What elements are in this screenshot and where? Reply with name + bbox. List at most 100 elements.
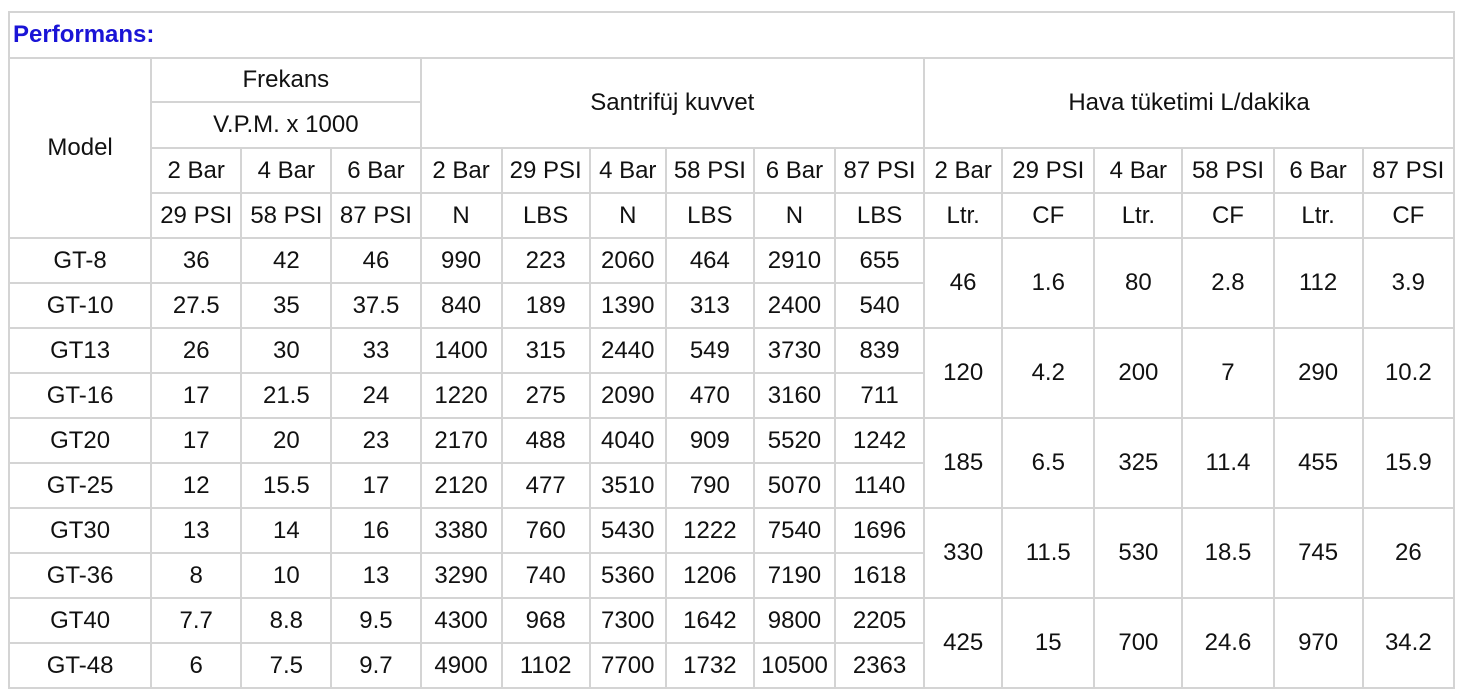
santrifuj-cell: 655: [833, 237, 926, 284]
hava-cell: 6.5: [1001, 417, 1096, 509]
header-hava-pressure: 29 PSI: [1001, 147, 1096, 194]
hava-cell: 10.2: [1361, 327, 1456, 419]
frekans-cell: 13: [150, 507, 243, 554]
santrifuj-cell: 10500: [752, 642, 837, 689]
santrifuj-cell: 1732: [664, 642, 755, 689]
santrifuj-cell: 540: [833, 282, 926, 329]
header-santrifuj-pressure: 2 Bar: [419, 147, 503, 194]
hava-cell: 970: [1272, 597, 1364, 689]
santrifuj-cell: 4900: [419, 642, 503, 689]
section-title: Performans:: [8, 11, 1455, 59]
santrifuj-cell: 3380: [419, 507, 503, 554]
santrifuj-cell: 909: [664, 417, 755, 464]
frekans-cell: 21.5: [240, 372, 333, 419]
model-cell: GT-16: [7, 372, 153, 419]
santrifuj-cell: 1696: [833, 507, 926, 554]
frekans-cell: 33: [330, 327, 422, 374]
hava-cell: 15: [1001, 597, 1096, 689]
hava-cell: 200: [1093, 327, 1184, 419]
header-santrifuj-pressure: 29 PSI: [500, 147, 591, 194]
header-hava-unit: Ltr.: [923, 192, 1004, 239]
frekans-cell: 13: [330, 552, 422, 599]
hava-cell: 120: [923, 327, 1004, 419]
santrifuj-cell: 315: [500, 327, 591, 374]
santrifuj-cell: 3730: [752, 327, 837, 374]
hava-cell: 290: [1272, 327, 1364, 419]
santrifuj-cell: 2910: [752, 237, 837, 284]
table-row: GT30 13 14 16 3380 760 5430 1222 7540 1696 330 11.5…: [7, 507, 1456, 599]
santrifuj-cell: 4040: [588, 417, 667, 464]
frekans-cell: 23: [330, 417, 422, 464]
hava-cell: 26: [1361, 507, 1456, 599]
frekans-cell: 9.7: [330, 642, 422, 689]
santrifuj-cell: 5360: [588, 552, 667, 599]
santrifuj-cell: 1140: [833, 462, 926, 509]
frekans-cell: 15.5: [240, 462, 333, 509]
santrifuj-cell: 470: [664, 372, 755, 419]
model-cell: GT-10: [7, 282, 153, 329]
hava-cell: 7: [1181, 327, 1275, 419]
model-cell: GT-25: [7, 462, 153, 509]
model-cell: GT13: [7, 327, 153, 374]
santrifuj-cell: 990: [419, 237, 503, 284]
header-vpm: V.P.M. x 1000: [150, 101, 422, 149]
hava-cell: 425: [923, 597, 1004, 689]
hava-cell: 530: [1093, 507, 1184, 599]
frekans-cell: 14: [240, 507, 333, 554]
santrifuj-cell: 711: [833, 372, 926, 419]
header-hava-unit: CF: [1001, 192, 1096, 239]
header-santrifuj: Santrifüj kuvvet: [419, 57, 926, 149]
frekans-cell: 17: [150, 417, 243, 464]
header-hava-unit: CF: [1361, 192, 1456, 239]
santrifuj-cell: 4300: [419, 597, 503, 644]
frekans-cell: 17: [150, 372, 243, 419]
hava-cell: 745: [1272, 507, 1364, 599]
frekans-cell: 42: [240, 237, 333, 284]
santrifuj-cell: 3510: [588, 462, 667, 509]
santrifuj-cell: 2060: [588, 237, 667, 284]
santrifuj-cell: 2205: [833, 597, 926, 644]
santrifuj-cell: 2090: [588, 372, 667, 419]
header-santrifuj-unit: LBS: [833, 192, 926, 239]
frekans-cell: 36: [150, 237, 243, 284]
model-cell: GT-48: [7, 642, 153, 689]
hava-cell: 11.4: [1181, 417, 1275, 509]
header-hava-pressure: 58 PSI: [1181, 147, 1275, 194]
header-frekans-pressure: 6 Bar: [330, 147, 422, 194]
frekans-cell: 30: [240, 327, 333, 374]
santrifuj-cell: 9800: [752, 597, 837, 644]
santrifuj-cell: 313: [664, 282, 755, 329]
hava-cell: 24.6: [1181, 597, 1275, 689]
hava-cell: 11.5: [1001, 507, 1096, 599]
hava-cell: 700: [1093, 597, 1184, 689]
header-hava-unit: Ltr.: [1272, 192, 1364, 239]
santrifuj-cell: 840: [419, 282, 503, 329]
header-hava-unit: Ltr.: [1093, 192, 1184, 239]
header-frekans: Frekans: [150, 57, 422, 103]
frekans-cell: 8.8: [240, 597, 333, 644]
performance-panel: Performans: Model Frekans Santrifüj kuvv…: [7, 11, 1456, 689]
frekans-cell: 26: [150, 327, 243, 374]
santrifuj-cell: 5520: [752, 417, 837, 464]
frekans-cell: 7.7: [150, 597, 243, 644]
hava-cell: 18.5: [1181, 507, 1275, 599]
model-cell: GT40: [7, 597, 153, 644]
hava-cell: 4.2: [1001, 327, 1096, 419]
header-santrifuj-unit: N: [419, 192, 503, 239]
santrifuj-cell: 488: [500, 417, 591, 464]
santrifuj-cell: 968: [500, 597, 591, 644]
header-santrifuj-pressure: 87 PSI: [833, 147, 926, 194]
santrifuj-cell: 1222: [664, 507, 755, 554]
frekans-cell: 12: [150, 462, 243, 509]
table-row: GT13 26 30 33 1400 315 2440 549 3730 839 120 4.2 200…: [7, 327, 1456, 419]
header-santrifuj-unit: LBS: [664, 192, 755, 239]
hava-cell: 3.9: [1361, 237, 1456, 329]
header-santrifuj-pressure: 6 Bar: [752, 147, 837, 194]
frekans-cell: 16: [330, 507, 422, 554]
santrifuj-cell: 549: [664, 327, 755, 374]
frekans-cell: 17: [330, 462, 422, 509]
header-santrifuj-unit: LBS: [500, 192, 591, 239]
santrifuj-cell: 1102: [500, 642, 591, 689]
header-frekans-psi: 29 PSI: [150, 192, 243, 239]
header-frekans-psi: 87 PSI: [330, 192, 422, 239]
